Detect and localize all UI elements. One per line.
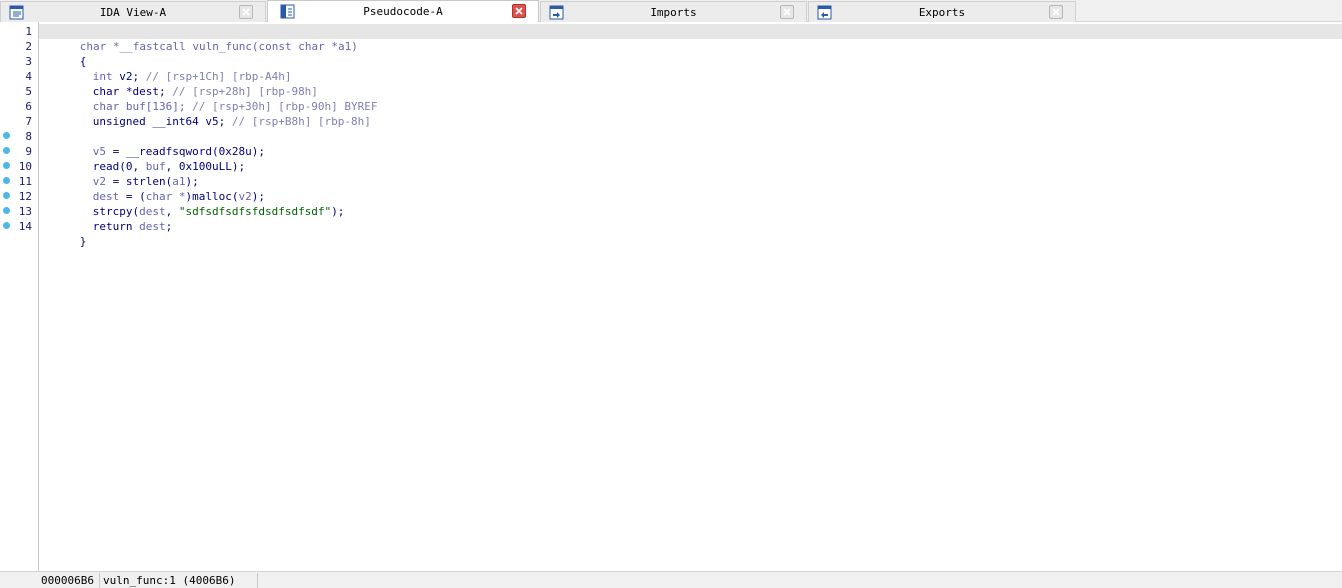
code-line-5[interactable]: char buf[136]; // [rsp+30h] [rbp-90h] BY… <box>53 84 378 113</box>
close-icon[interactable] <box>780 5 794 19</box>
code-line-4[interactable]: char *dest; // [rsp+28h] [rbp-98h] <box>53 69 318 98</box>
status-address: 000006B6 <box>41 574 94 587</box>
breakpoint-dot-icon[interactable] <box>3 177 10 184</box>
close-icon[interactable] <box>239 5 253 19</box>
pseudocode-editor[interactable]: 1 2 3 4 5 6 7 8 9 10 11 12 13 14 char *_… <box>0 22 1342 571</box>
close-icon[interactable] <box>512 4 526 18</box>
code-line-2[interactable]: { <box>40 39 87 68</box>
code-line-1[interactable]: char *__fastcall vuln_func(const char *a… <box>40 24 358 53</box>
breakpoint-dot-icon[interactable] <box>3 207 10 214</box>
code-line-13[interactable]: return dest; <box>53 204 172 233</box>
breakpoint-dot-icon[interactable] <box>3 192 10 199</box>
tab-imports[interactable]: Imports <box>540 1 807 22</box>
line-number: 9 <box>25 145 32 158</box>
status-separator <box>99 573 100 588</box>
status-separator <box>257 573 258 588</box>
tab-bar: IDA View-A Pseudocode-A Imports Exports <box>0 0 1342 23</box>
line-number: 12 <box>18 190 32 203</box>
code-line-8[interactable]: v5 = __readfsqword(0x28u); <box>53 129 265 158</box>
line-number: 11 <box>18 175 32 188</box>
line-number: 10 <box>18 160 32 173</box>
close-icon[interactable] <box>1049 5 1063 19</box>
code-line-10[interactable]: v2 = strlen(a1); <box>53 159 199 188</box>
line-number: 3 <box>25 55 32 68</box>
code-area[interactable]: char *__fastcall vuln_func(const char *a… <box>39 22 1342 571</box>
tab-exports[interactable]: Exports <box>808 1 1076 22</box>
tab-ida-view-a[interactable]: IDA View-A <box>0 1 266 22</box>
breakpoint-dot-icon[interactable] <box>3 132 10 139</box>
code-line-9[interactable]: read(0, buf, 0x100uLL); <box>53 144 245 173</box>
code-line-14[interactable]: } <box>40 219 87 248</box>
tab-label: IDA View-A <box>99 6 167 19</box>
line-number: 2 <box>25 40 32 53</box>
status-location: vuln_func:1 (4006B6) <box>103 574 236 587</box>
line-number: 14 <box>18 220 32 233</box>
line-number-gutter[interactable]: 1 2 3 4 5 6 7 8 9 10 11 12 13 14 <box>0 22 39 571</box>
tab-pseudocode-a[interactable]: Pseudocode-A <box>267 0 539 23</box>
code-line-12[interactable]: strcpy(dest, "sdfsdfsdfsfdsdfsdfsdf"); <box>53 189 345 218</box>
line-number: 6 <box>25 100 32 113</box>
code-line-3[interactable]: int v2; // [rsp+1Ch] [rbp-A4h] <box>53 54 292 83</box>
code-line-6[interactable]: unsigned __int64 v5; // [rsp+B8h] [rbp-8… <box>53 99 371 128</box>
line-number: 13 <box>18 205 32 218</box>
line-number: 1 <box>25 25 32 38</box>
line-number: 5 <box>25 85 32 98</box>
line-number: 4 <box>25 70 32 83</box>
line-number: 8 <box>25 130 32 143</box>
tab-label: Exports <box>918 6 966 19</box>
breakpoint-dot-icon[interactable] <box>3 222 10 229</box>
tab-label: Pseudocode-A <box>363 5 443 18</box>
breakpoint-dot-icon[interactable] <box>3 147 10 154</box>
status-bar: 000006B6 vuln_func:1 (4006B6) <box>0 571 1342 588</box>
line-number: 7 <box>25 115 32 128</box>
tab-label: Imports <box>650 6 697 19</box>
breakpoint-dot-icon[interactable] <box>3 162 10 169</box>
code-line-11[interactable]: dest = (char *)malloc(v2); <box>53 174 265 203</box>
